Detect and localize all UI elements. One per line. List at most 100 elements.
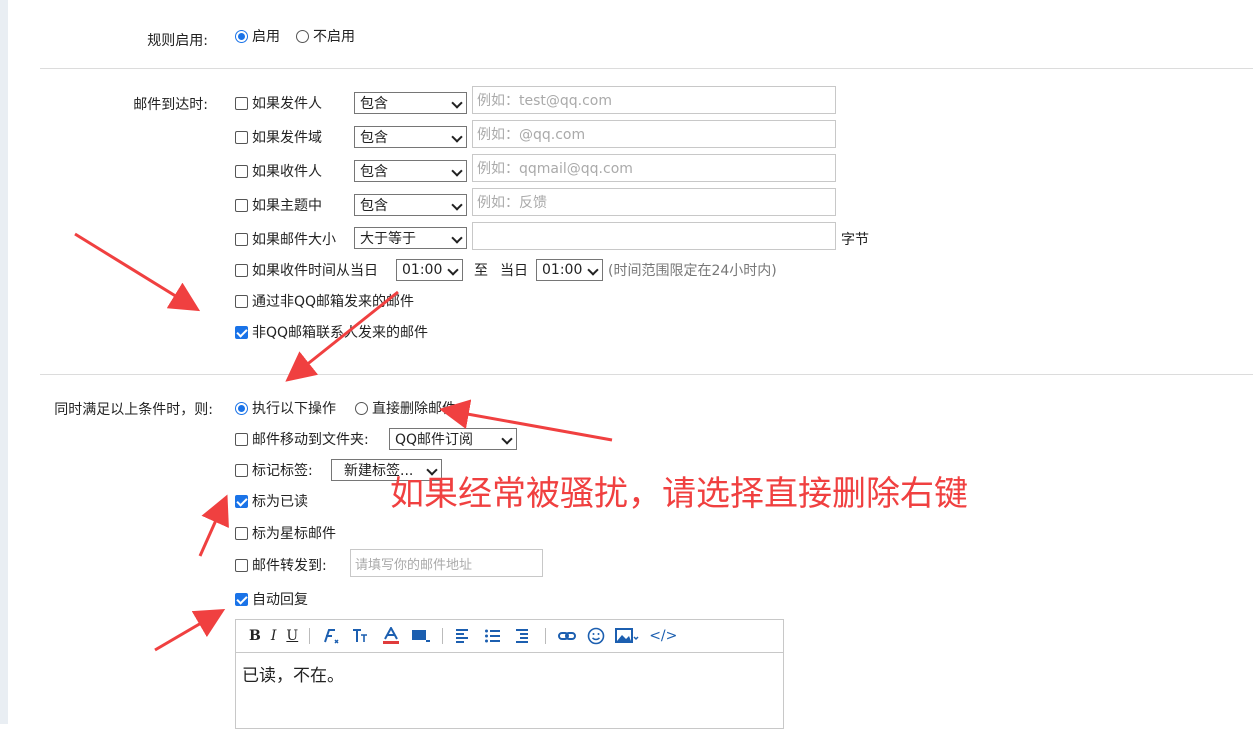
list-icon[interactable] — [479, 624, 509, 648]
radio-enable-dot[interactable] — [235, 29, 248, 43]
action-auto-reply-checkbox[interactable] — [235, 592, 248, 606]
cond-recipient-checkbox[interactable] — [235, 164, 248, 178]
cond-sender[interactable]: 如果发件人 — [235, 93, 322, 113]
cond-time-checkbox[interactable] — [235, 263, 248, 277]
link-icon[interactable] — [552, 624, 582, 648]
cond-sender-domain-label: 如果发件域 — [252, 130, 322, 146]
radio-disable-dot[interactable] — [296, 29, 309, 43]
cond-size-unit: 字节 — [841, 232, 869, 248]
cond-size[interactable]: 如果邮件大小 — [235, 229, 336, 249]
cond-time-to-select[interactable]: 01:00 — [536, 259, 603, 281]
editor-content[interactable]: 已读，不在。 — [236, 653, 783, 694]
radio-disable[interactable]: 不启用 — [296, 26, 355, 46]
emoji-icon[interactable] — [582, 624, 610, 648]
radio-execute[interactable]: 执行以下操作 — [235, 398, 336, 418]
cond-time[interactable]: 如果收件时间从当日 — [235, 260, 378, 280]
action-tag[interactable]: 标记标签: — [235, 460, 313, 480]
cond-size-input[interactable] — [472, 222, 836, 250]
action-forward[interactable]: 邮件转发到: — [235, 555, 327, 575]
align-icon[interactable] — [449, 624, 479, 648]
chevron-down-icon — [451, 232, 463, 244]
arrow-to-non-qq — [74, 232, 201, 312]
cond-size-checkbox[interactable] — [235, 232, 248, 246]
chevron-down-icon — [587, 264, 599, 276]
cond-time-hint: (时间范围限定在24小时内) — [608, 263, 777, 279]
cond-size-op-select[interactable]: 大于等于 — [354, 227, 467, 249]
cond-time-from-select[interactable]: 01:00 — [396, 259, 463, 281]
cond-subject-checkbox[interactable] — [235, 198, 248, 212]
image-icon[interactable] — [610, 624, 644, 648]
cond-sender-domain-input[interactable]: 例如：@qq.com — [472, 120, 836, 148]
bold-button[interactable]: B — [244, 624, 266, 648]
annotation-text: 如果经常被骚扰，请选择直接删除右键 — [390, 474, 968, 514]
radio-enable[interactable]: 启用 — [235, 26, 280, 46]
radio-execute-dot[interactable] — [235, 401, 248, 415]
radio-delete[interactable]: 直接删除邮件 — [355, 398, 456, 418]
action-forward-checkbox[interactable] — [235, 558, 248, 572]
action-auto-reply[interactable]: 自动回复 — [235, 589, 308, 609]
reply-editor[interactable]: B I U </> 已读，不在。 — [235, 619, 784, 729]
radio-delete-label: 直接删除邮件 — [372, 401, 456, 417]
cond-subject-placeholder: 例如：反馈 — [477, 195, 547, 211]
cond-non-qq-checkbox[interactable] — [235, 294, 248, 308]
action-mark-read[interactable]: 标为已读 — [235, 491, 308, 511]
action-star-checkbox[interactable] — [235, 526, 248, 540]
cond-non-qq[interactable]: 通过非QQ邮箱发来的邮件 — [235, 291, 414, 311]
cond-time-from-value: 01:00 — [402, 262, 443, 278]
cond-sender-checkbox[interactable] — [235, 96, 248, 110]
action-star-label: 标为星标邮件 — [252, 526, 336, 542]
font-color-icon[interactable] — [376, 624, 406, 648]
chevron-down-icon — [451, 97, 463, 109]
cond-sender-domain-checkbox[interactable] — [235, 130, 248, 144]
action-mark-read-label: 标为已读 — [252, 494, 308, 510]
cond-sender-domain-op-select[interactable]: 包含 — [354, 126, 467, 148]
editor-toolbar: B I U </> — [236, 620, 783, 653]
cond-time-label: 如果收件时间从当日 — [252, 263, 378, 279]
cond-time-day-label: 当日 — [500, 263, 528, 279]
cond-sender-input[interactable]: 例如：test@qq.com — [472, 86, 836, 114]
cond-recipient-op-select[interactable]: 包含 — [354, 160, 467, 182]
left-sidebar-edge — [0, 0, 8, 724]
source-code-button[interactable]: </> — [644, 624, 682, 648]
action-forward-input[interactable]: 请填写你的邮件地址 — [350, 549, 543, 577]
highlight-icon[interactable] — [406, 624, 436, 648]
cond-recipient-op-value: 包含 — [360, 164, 388, 180]
radio-delete-dot[interactable] — [355, 401, 368, 415]
toolbar-separator — [309, 628, 311, 644]
cond-size-op-value: 大于等于 — [360, 231, 416, 247]
actions-label: 同时满足以上条件时，则: — [54, 402, 213, 418]
action-move-folder-select[interactable]: QQ邮件订阅 — [389, 428, 517, 450]
font-size-icon[interactable] — [346, 624, 376, 648]
action-tag-label: 标记标签: — [252, 463, 313, 479]
divider — [40, 68, 1253, 69]
action-move-checkbox[interactable] — [235, 432, 248, 446]
action-star[interactable]: 标为星标邮件 — [235, 523, 336, 543]
cond-recipient-input[interactable]: 例如：qqmail@qq.com — [472, 154, 836, 182]
cond-subject-input[interactable]: 例如：反馈 — [472, 188, 836, 216]
cond-subject[interactable]: 如果主题中 — [235, 195, 322, 215]
chevron-down-icon — [451, 199, 463, 211]
chevron-down-icon — [501, 433, 513, 445]
cond-sender-domain[interactable]: 如果发件域 — [235, 127, 322, 147]
cond-subject-op-value: 包含 — [360, 198, 388, 214]
toolbar-separator — [545, 628, 547, 644]
cond-non-contact[interactable]: 非QQ邮箱联系人发来的邮件 — [235, 322, 428, 342]
action-mark-read-checkbox[interactable] — [235, 494, 248, 508]
action-tag-checkbox[interactable] — [235, 463, 248, 477]
cond-recipient[interactable]: 如果收件人 — [235, 161, 322, 181]
cond-time-to-label: 至 — [474, 263, 488, 279]
action-auto-reply-label: 自动回复 — [252, 592, 308, 608]
cond-non-contact-label: 非QQ邮箱联系人发来的邮件 — [252, 325, 429, 341]
cond-non-contact-checkbox[interactable] — [235, 325, 248, 339]
indent-icon[interactable] — [509, 624, 539, 648]
cond-sender-placeholder: 例如：test@qq.com — [477, 93, 613, 109]
cond-sender-op-select[interactable]: 包含 — [354, 92, 467, 114]
toolbar-separator — [442, 628, 444, 644]
action-move[interactable]: 邮件移动到文件夹: — [235, 429, 369, 449]
cond-recipient-label: 如果收件人 — [252, 164, 322, 180]
italic-button[interactable]: I — [266, 624, 282, 648]
cond-subject-op-select[interactable]: 包含 — [354, 194, 467, 216]
underline-button[interactable]: U — [281, 624, 303, 648]
font-icon[interactable] — [316, 624, 346, 648]
action-forward-label: 邮件转发到: — [252, 558, 327, 574]
